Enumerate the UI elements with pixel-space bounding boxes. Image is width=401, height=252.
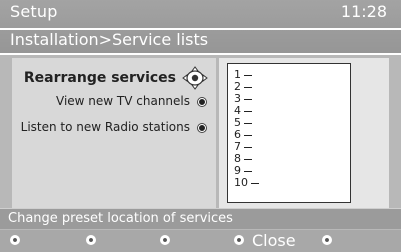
navigation-pad-icon [182,66,208,90]
menu-title: Setup [10,2,58,21]
preset-row[interactable]: 10 [234,177,350,189]
color-key-4-icon[interactable] [234,235,244,245]
clock: 11:28 [340,2,387,21]
preset-list-panel: 1 2 3 4 5 6 7 8 9 10 [219,58,389,208]
tv-setup-screen: Setup 11:28 Installation>Service lists R… [0,0,401,252]
preset-number: 10 [234,176,248,189]
empty-slot-line [244,74,252,76]
menu-item-rearrange-services[interactable]: Rearrange services [12,70,176,86]
preset-row[interactable]: 7 [234,141,350,153]
empty-slot-line [244,86,252,88]
preset-list[interactable]: 1 2 3 4 5 6 7 8 9 10 [227,63,351,203]
preset-row[interactable]: 3 [234,93,350,105]
color-key-1-icon[interactable] [10,235,20,245]
empty-slot-line [244,134,252,136]
bullet-icon [198,124,206,132]
menu-item-view-new-tv-channels[interactable]: View new TV channels [12,94,190,108]
empty-slot-line [244,122,252,124]
preset-row[interactable]: 6 [234,129,350,141]
close-key-label[interactable]: Close [252,231,296,250]
bullet-icon [198,98,206,106]
menu-panel: Rearrange services View new TV channels … [12,58,216,208]
menu-item-listen-new-radio-stations[interactable]: Listen to new Radio stations [12,120,190,134]
preset-row[interactable]: 9 [234,165,350,177]
empty-slot-line [244,110,252,112]
color-key-3-icon[interactable] [160,235,170,245]
empty-slot-line [244,158,252,160]
color-key-5-icon[interactable] [322,235,332,245]
preset-row[interactable]: 4 [234,105,350,117]
preset-row[interactable]: 8 [234,153,350,165]
preset-row[interactable]: 2 [234,81,350,93]
preset-row[interactable]: 1 [234,69,350,81]
empty-slot-line [244,170,252,172]
color-key-bar: Close [0,230,401,252]
empty-slot-line [244,98,252,100]
empty-slot-line [244,146,252,148]
color-key-2-icon[interactable] [86,235,96,245]
help-text: Change preset location of services [8,211,233,226]
empty-slot-line [251,182,259,184]
info-bar: Change preset location of services [0,208,401,229]
preset-row[interactable]: 5 [234,117,350,129]
title-bar: Setup 11:28 Installation>Service lists [0,0,401,55]
breadcrumb: Installation>Service lists [10,30,209,49]
